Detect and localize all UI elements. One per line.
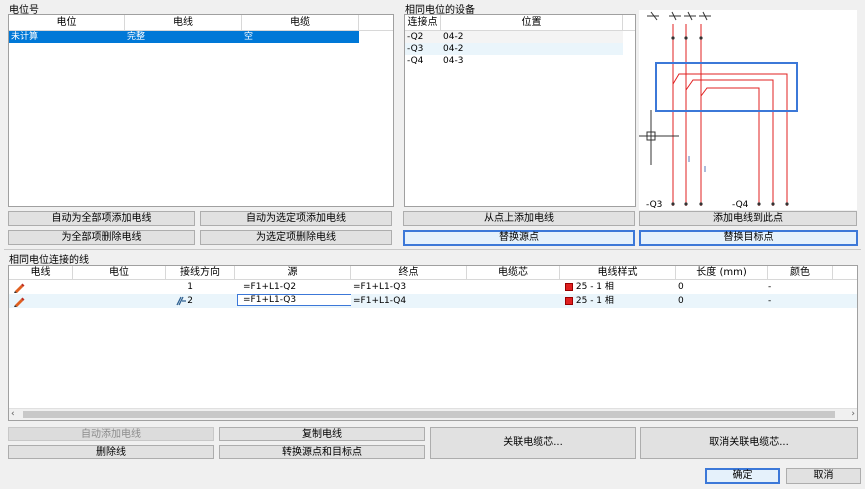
cell-point: -Q4: [407, 56, 424, 66]
wiring-direction-icon[interactable]: [176, 294, 187, 308]
schematic-preview[interactable]: -Q3 -Q4: [639, 10, 857, 210]
style-text: 25 - 1 相: [575, 296, 614, 306]
divider: [4, 249, 861, 250]
column-header-source[interactable]: 源: [235, 266, 351, 279]
replace-target-button[interactable]: 替换目标点: [639, 230, 858, 246]
devices-table-header: 连接点 位置: [405, 15, 635, 31]
cell-cable: 空: [244, 32, 254, 42]
cell-direction: 1: [187, 282, 193, 292]
horizontal-scrollbar[interactable]: ‹ ›: [9, 408, 857, 420]
column-header-wire[interactable]: 电线: [125, 15, 242, 30]
cell-location: 04-2: [443, 44, 464, 54]
preview-label-q4: -Q4: [732, 200, 749, 210]
swap-points-button[interactable]: 转换源点和目标点: [219, 445, 425, 459]
cancel-button[interactable]: 取消: [786, 468, 861, 484]
cell-length: 0: [678, 282, 684, 292]
ok-button[interactable]: 确定: [705, 468, 780, 484]
unlink-cable-core-button[interactable]: 取消关联电缆芯...: [640, 427, 858, 459]
direction-value: 2: [187, 296, 193, 306]
table-row[interactable]: -Q3 04-2: [405, 43, 623, 55]
cell-style: 25 - 1 相: [560, 280, 676, 294]
column-header-wire[interactable]: 电线: [9, 266, 73, 279]
column-header-length[interactable]: 长度 (mm): [676, 266, 768, 279]
table-row[interactable]: 2 =F1+L1-Q3 =F1+L1-Q4 25 - 1 相 0 -: [9, 294, 857, 308]
column-header-cable[interactable]: 电缆: [242, 15, 359, 30]
cell-source: =F1+L1-Q2: [243, 282, 297, 292]
pencil-icon[interactable]: [13, 294, 25, 308]
cell-color: -: [768, 282, 772, 292]
column-header-style[interactable]: 电线样式: [560, 266, 676, 279]
table-row[interactable]: 未计算 完整 空: [9, 31, 359, 43]
scroll-left-arrow[interactable]: ‹: [11, 409, 15, 420]
cell-core: [467, 280, 560, 294]
connections-table[interactable]: 电线 电位 接线方向 源 终点 电缆芯 电线样式 长度 (mm) 颜色 1 =F…: [8, 265, 858, 421]
color-swatch: [565, 296, 573, 305]
column-header-potential[interactable]: 电位: [73, 266, 166, 279]
auto-add-selected-button[interactable]: 自动为选定项添加电线: [200, 211, 392, 226]
delete-all-button[interactable]: 为全部项删除电线: [8, 230, 195, 245]
cell-core: [467, 294, 560, 308]
column-header-point[interactable]: 连接点: [405, 15, 441, 30]
cell-wire: [9, 294, 73, 308]
delete-wire-button[interactable]: 删除线: [8, 445, 214, 459]
replace-source-button[interactable]: 替换源点: [403, 230, 635, 246]
cell-direction: 2: [166, 294, 235, 308]
cell-length: 0: [678, 296, 684, 306]
column-header-location[interactable]: 位置: [441, 15, 623, 30]
connections-group-title: 相同电位连接的线: [9, 255, 89, 266]
style-text: 25 - 1 相: [575, 282, 614, 292]
scroll-right-arrow[interactable]: ›: [851, 409, 855, 420]
delete-selected-button[interactable]: 为选定项删除电线: [200, 230, 392, 245]
cell-wire: [9, 280, 73, 294]
auto-add-wire-button[interactable]: 自动添加电线: [8, 427, 214, 441]
cell-color: -: [768, 296, 772, 306]
column-header-target[interactable]: 终点: [351, 266, 467, 279]
column-header-core[interactable]: 电缆芯: [467, 266, 560, 279]
table-row[interactable]: -Q4 04-3: [405, 55, 623, 67]
cell-point: -Q2: [407, 32, 424, 42]
table-row[interactable]: 1 =F1+L1-Q2 =F1+L1-Q3 25 - 1 相 0 -: [9, 280, 857, 294]
devices-table[interactable]: 连接点 位置 -Q2 04-2 -Q3 04-2 -Q4 04-3: [404, 14, 636, 207]
cell-target: =F1+L1-Q4: [353, 296, 407, 306]
copy-wire-button[interactable]: 复制电线: [219, 427, 425, 441]
auto-add-all-button[interactable]: 自动为全部项添加电线: [8, 211, 195, 226]
column-header-direction[interactable]: 接线方向: [166, 266, 235, 279]
source-edit-field[interactable]: =F1+L1-Q3: [237, 294, 351, 306]
schematic-drawing: [639, 11, 798, 206]
add-from-point-button[interactable]: 从点上添加电线: [403, 211, 635, 226]
table-row[interactable]: -Q2 04-2: [405, 31, 623, 43]
column-header-color[interactable]: 颜色: [768, 266, 833, 279]
add-to-point-button[interactable]: 添加电线到此点: [639, 211, 857, 226]
cell-wire: 完整: [127, 32, 146, 42]
cell-target: =F1+L1-Q3: [353, 282, 407, 292]
cell-source: =F1+L1-Q3: [235, 294, 351, 308]
potential-table[interactable]: 电位 电线 电缆 未计算 完整 空: [8, 14, 394, 207]
cell-style: 25 - 1 相: [560, 294, 676, 308]
cell-potential: [73, 294, 166, 308]
scrollbar-thumb[interactable]: [23, 411, 835, 418]
color-swatch: [565, 282, 573, 291]
cell-location: 04-3: [443, 56, 464, 66]
link-cable-core-button[interactable]: 关联电缆芯...: [430, 427, 636, 459]
cell-potential: 未计算: [11, 32, 39, 42]
potential-table-header: 电位 电线 电缆: [9, 15, 393, 31]
cell-potential: [73, 280, 166, 294]
column-header-potential[interactable]: 电位: [9, 15, 125, 30]
connections-table-header: 电线 电位 接线方向 源 终点 电缆芯 电线样式 长度 (mm) 颜色: [9, 266, 857, 280]
cell-location: 04-2: [443, 32, 464, 42]
pencil-icon[interactable]: [13, 280, 25, 294]
cell-point: -Q3: [407, 44, 424, 54]
preview-label-q3: -Q3: [646, 200, 663, 210]
